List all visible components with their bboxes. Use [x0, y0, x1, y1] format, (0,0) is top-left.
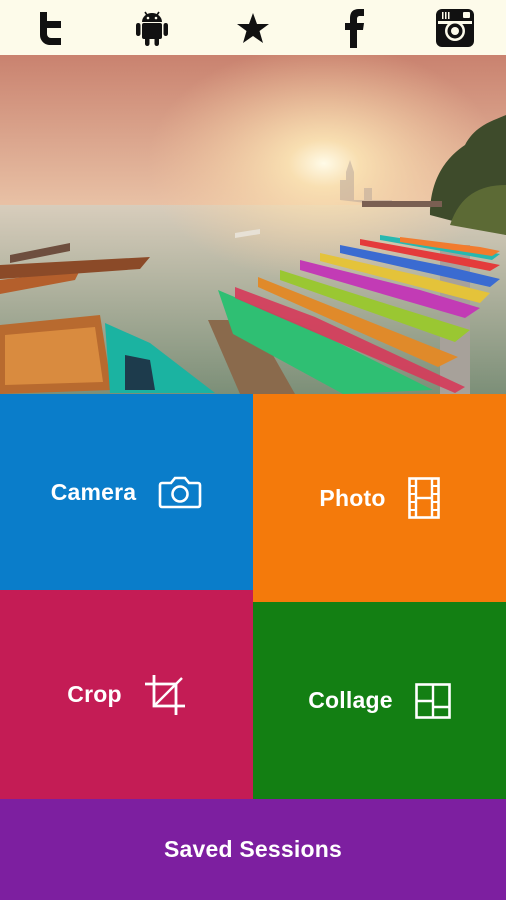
crop-tile[interactable]: Crop	[0, 590, 253, 799]
top-bar	[0, 0, 506, 55]
collage-tile[interactable]: Collage	[253, 602, 506, 799]
instagram-icon	[436, 8, 475, 47]
hero-image	[0, 55, 506, 394]
saved-sessions-label: Saved Sessions	[164, 836, 342, 862]
facebook-icon	[345, 8, 365, 48]
instagram-button[interactable]	[433, 6, 477, 50]
film-strip-icon	[407, 477, 440, 519]
crop-icon	[144, 674, 185, 715]
android-button[interactable]	[130, 6, 174, 50]
photo-label: Photo	[319, 484, 386, 511]
twitter-button[interactable]	[29, 6, 73, 50]
camera-tile[interactable]: Camera	[0, 394, 253, 590]
collage-icon	[414, 682, 451, 719]
collage-label: Collage	[308, 687, 393, 713]
camera-label: Camera	[50, 478, 137, 505]
twitter-icon	[39, 11, 61, 45]
saved-sessions-button[interactable]: Saved Sessions	[0, 799, 506, 900]
photo-tile[interactable]: Photo	[253, 394, 506, 602]
camera-icon	[158, 476, 202, 509]
star-icon	[236, 12, 269, 43]
crop-label: Crop	[67, 681, 122, 707]
facebook-button[interactable]	[332, 6, 376, 50]
star-button[interactable]	[231, 6, 275, 50]
android-icon	[135, 11, 168, 46]
